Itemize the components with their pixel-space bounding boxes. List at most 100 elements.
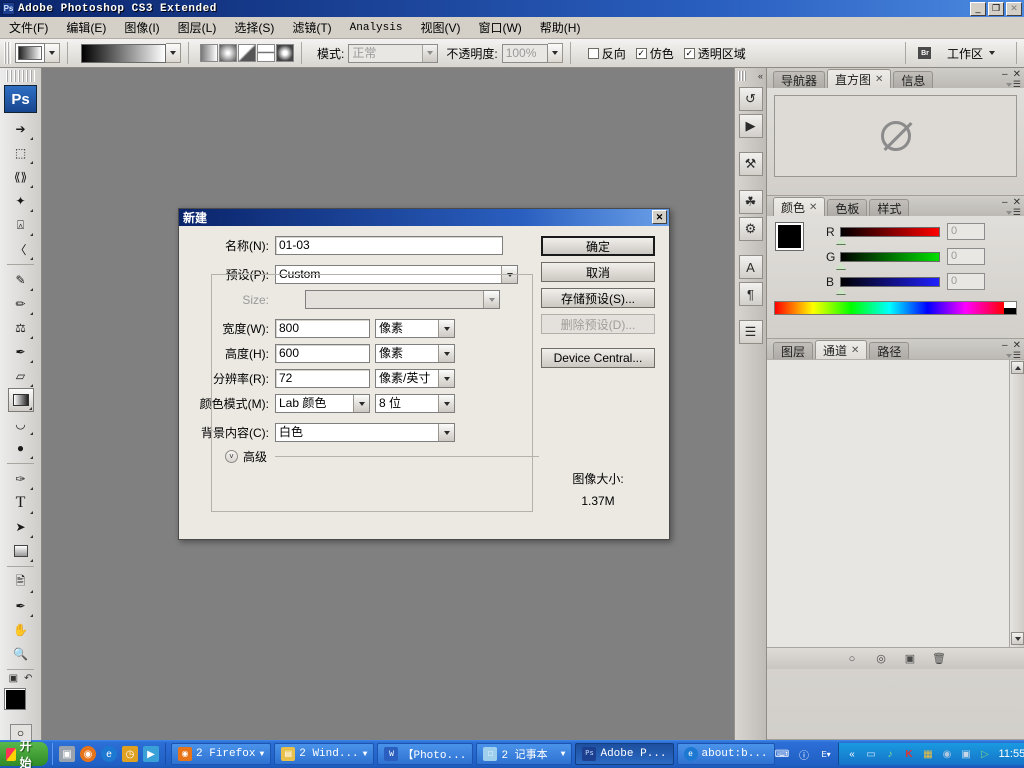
close-icon[interactable]: ✕	[809, 202, 817, 213]
brush-tool[interactable]: ✏	[8, 292, 34, 316]
tab-channels[interactable]: 通道 ✕	[815, 340, 868, 359]
updates-icon[interactable]: ◉	[940, 747, 955, 762]
internet-explorer-icon[interactable]: e	[101, 746, 118, 762]
tab-swatches[interactable]: 色板	[827, 199, 868, 216]
tool-preset-picker-button[interactable]	[45, 43, 60, 63]
minimize-button[interactable]: _	[970, 2, 986, 16]
tab-histogram[interactable]: 直方图 ✕	[827, 69, 892, 88]
opacity-input[interactable]: 100%	[501, 43, 548, 63]
cancel-button[interactable]: 取消	[541, 262, 655, 282]
tab-info[interactable]: 信息	[893, 71, 934, 88]
channels-list[interactable]: ○ ◎ ▣ 🗑	[767, 359, 1024, 669]
histogram-display[interactable]	[774, 95, 1017, 177]
channels-scrollbar[interactable]	[1009, 360, 1024, 669]
create-new-channel-icon[interactable]: ▣	[903, 651, 918, 666]
gradient-preview[interactable]	[81, 43, 166, 63]
clock-icon[interactable]: ◷	[122, 746, 139, 762]
tab-color[interactable]: 颜色 ✕	[773, 197, 826, 216]
zoom-tool[interactable]: 🔍	[8, 642, 34, 666]
media-icon[interactable]: ▶	[143, 746, 160, 762]
panel-foreground-swatch[interactable]	[775, 222, 804, 251]
width-unit-select[interactable]: 像素	[375, 319, 455, 338]
tab-navigator[interactable]: 导航器	[773, 71, 826, 88]
eyedropper-tool[interactable]: ✒	[8, 594, 34, 618]
background-select[interactable]: 白色	[275, 423, 455, 442]
tab-layers[interactable]: 图层	[773, 342, 814, 359]
height-input[interactable]: 600	[275, 344, 370, 363]
firefox-icon[interactable]: ◉	[80, 746, 97, 762]
load-channel-selection-icon[interactable]: ○	[845, 651, 860, 666]
toolbox-grip[interactable]	[6, 70, 35, 82]
network-icon[interactable]: ▭	[864, 747, 879, 762]
dialog-close-button[interactable]: ✕	[652, 210, 667, 224]
crop-tool[interactable]: ⍓	[8, 213, 34, 237]
show-hidden-icons-icon[interactable]: «	[845, 747, 860, 762]
type-tool[interactable]: T	[8, 491, 34, 515]
clone-stamp-tool[interactable]: ⚖	[8, 316, 34, 340]
magic-wand-tool[interactable]: ✦	[8, 189, 34, 213]
sound-icon[interactable]: ♪	[883, 747, 898, 762]
menu-help[interactable]: 帮助(H)	[531, 17, 590, 38]
red-value-input[interactable]: 0	[947, 223, 985, 240]
tab-styles[interactable]: 样式	[869, 199, 910, 216]
task-browser-about-blank[interactable]: e about:b...	[676, 743, 775, 765]
workspace-button[interactable]: 工作区	[947, 45, 995, 62]
dither-checkbox[interactable]: ✓	[635, 47, 647, 59]
red-slider[interactable]	[836, 226, 940, 244]
blue-value-input[interactable]: 0	[947, 273, 985, 290]
tool-presets-icon[interactable]: ⚒	[738, 152, 763, 176]
green-slider[interactable]	[836, 251, 940, 269]
diamond-gradient-icon[interactable]	[276, 44, 294, 62]
transparency-checkbox[interactable]: ✓	[683, 47, 695, 59]
task-notepad[interactable]: □ 2 记事本 ▼	[476, 743, 573, 765]
clone-source-icon[interactable]: ⚙	[738, 217, 763, 241]
height-unit-select[interactable]: 像素	[375, 344, 455, 363]
restore-button[interactable]: ❐	[988, 2, 1004, 16]
swap-colors-icon[interactable]: ↶	[24, 673, 32, 684]
monitor-icon[interactable]: ▦	[921, 747, 936, 762]
slice-tool[interactable]: 〈	[8, 237, 34, 261]
task-firefox[interactable]: ◉ 2 Firefox ▼	[171, 743, 272, 765]
collapse-dock-icon[interactable]: «	[758, 71, 763, 81]
path-selection-tool[interactable]: ➤	[8, 515, 34, 539]
chevron-down-icon[interactable]: ▼	[363, 750, 368, 759]
blend-mode-select[interactable]: 正常	[348, 43, 439, 63]
gradient-tool[interactable]	[7, 388, 34, 412]
keyboard-icon[interactable]: ⌨	[775, 747, 790, 762]
menu-view[interactable]: 视图(V)	[411, 17, 469, 38]
delete-channel-icon[interactable]: 🗑	[932, 651, 947, 666]
blue-slider[interactable]	[836, 276, 940, 294]
reverse-checkbox[interactable]	[587, 47, 599, 59]
menu-file[interactable]: 文件(F)	[0, 17, 57, 38]
menu-filter[interactable]: 滤镜(T)	[283, 17, 340, 38]
dither-checkbox-row[interactable]: ✓ 仿色	[635, 45, 674, 62]
character-icon[interactable]: A	[738, 255, 763, 279]
device-central-button[interactable]: Device Central...	[541, 348, 655, 368]
media-player-icon[interactable]: ▷	[978, 747, 993, 762]
menu-image[interactable]: 图像(I)	[115, 17, 168, 38]
history-brush-tool[interactable]: ✒	[8, 340, 34, 364]
close-icon[interactable]: ✕	[875, 74, 883, 85]
antivirus-icon[interactable]: K	[902, 747, 917, 762]
colormode-select[interactable]: Lab 颜色	[275, 394, 370, 413]
tab-paths[interactable]: 路径	[869, 342, 910, 359]
paragraph-icon[interactable]: ¶	[738, 282, 763, 306]
current-tool-icon[interactable]	[15, 43, 45, 63]
options-bar-grip[interactable]	[4, 42, 11, 64]
green-value-input[interactable]: 0	[947, 248, 985, 265]
resolution-unit-select[interactable]: 像素/英寸	[375, 369, 455, 388]
resolution-input[interactable]: 72	[275, 369, 370, 388]
foreground-color-swatch[interactable]	[3, 688, 26, 710]
bitdepth-select[interactable]: 8 位	[375, 394, 455, 413]
blur-tool[interactable]: ◡	[8, 412, 34, 436]
histogram-panel-menu-button[interactable]: ☰	[1005, 79, 1021, 90]
eraser-tool[interactable]: ▱	[8, 364, 34, 388]
transparency-checkbox-row[interactable]: ✓ 透明区域	[683, 45, 746, 62]
hand-tool[interactable]: ✋	[8, 618, 34, 642]
radial-gradient-icon[interactable]	[219, 44, 237, 62]
move-tool[interactable]: ➔	[8, 117, 34, 141]
bridge-icon[interactable]: Br	[913, 43, 937, 63]
advanced-section-toggle[interactable]: ˅ 高级	[221, 448, 543, 465]
close-icon[interactable]: ✕	[851, 345, 859, 356]
taskbar-clock[interactable]: 11:55	[999, 748, 1024, 760]
